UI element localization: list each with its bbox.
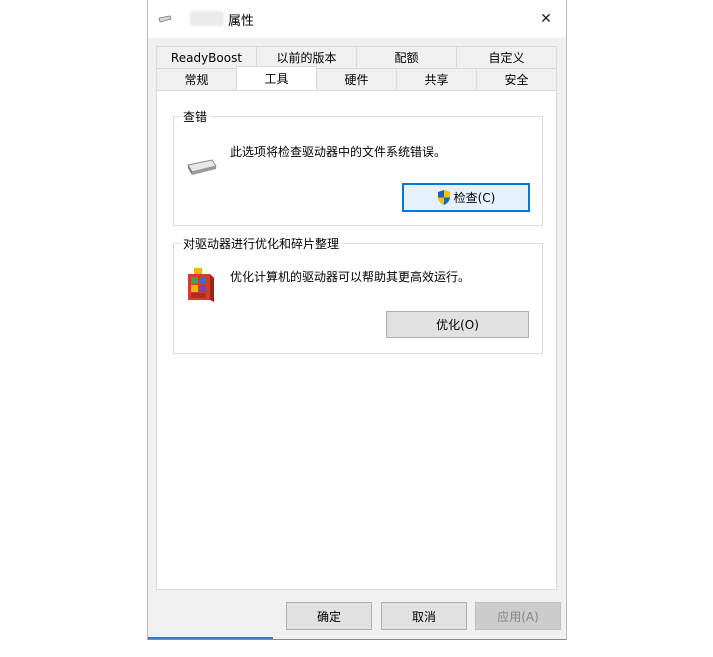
tab-readyboost[interactable]: ReadyBoost	[156, 46, 257, 68]
tab-row-top: ReadyBoost 以前的版本 配额 自定义	[156, 46, 557, 68]
drive-icon	[158, 15, 172, 23]
close-icon: ✕	[540, 11, 552, 27]
title-bar: 属性 ✕	[148, 0, 566, 38]
optimize-button-label: 优化(O)	[436, 318, 479, 332]
redacted-drive-name	[190, 11, 224, 26]
ok-button[interactable]: 确定	[286, 602, 372, 630]
error-check-group: 查错 此选项将检查驱动器中的文件系统错误。 检查(C)	[173, 108, 543, 226]
tab-customize[interactable]: 自定义	[456, 46, 557, 68]
optimize-title: 对驱动器进行优化和碎片整理	[180, 235, 343, 252]
optimize-button[interactable]: 优化(O)	[386, 311, 529, 338]
tab-quota[interactable]: 配额	[356, 46, 457, 68]
optimize-group: 对驱动器进行优化和碎片整理 优化计算机的驱动器可以帮助其更高效运行。 优化(O)	[173, 235, 543, 354]
tab-general[interactable]: 常规	[156, 68, 237, 90]
apply-button[interactable]: 应用(A)	[475, 602, 561, 630]
cancel-button[interactable]: 取消	[381, 602, 467, 630]
tab-row-bottom: 常规 工具 硬件 共享 安全	[156, 66, 557, 90]
window-title: 属性	[228, 14, 255, 29]
tab-sharing[interactable]: 共享	[396, 68, 477, 90]
error-check-title: 查错	[180, 108, 211, 125]
tools-panel: 查错 此选项将检查驱动器中的文件系统错误。 检查(C) 对驱动器进行优化和碎片整…	[156, 90, 557, 590]
cancel-button-label: 取消	[411, 609, 436, 624]
defrag-icon	[188, 268, 214, 302]
ok-button-label: 确定	[316, 609, 341, 624]
check-button-label: 检查(C)	[453, 191, 496, 205]
taskbar-accent-line	[148, 637, 273, 639]
check-button[interactable]: 检查(C)	[402, 183, 530, 212]
tab-hardware[interactable]: 硬件	[316, 68, 397, 90]
error-check-description: 此选项将检查驱动器中的文件系统错误。	[230, 145, 447, 159]
drive-icon	[187, 159, 217, 175]
tab-tools[interactable]: 工具	[236, 66, 317, 90]
tab-previous-versions[interactable]: 以前的版本	[256, 46, 357, 68]
shield-icon	[437, 190, 450, 205]
properties-dialog: 属性 ✕ ReadyBoost 以前的版本 配额 自定义 常规 工具 硬件 共享…	[147, 0, 567, 640]
close-button[interactable]: ✕	[526, 0, 566, 38]
tab-security[interactable]: 安全	[476, 68, 557, 90]
apply-button-label: 应用(A)	[497, 609, 539, 624]
optimize-description: 优化计算机的驱动器可以帮助其更高效运行。	[230, 270, 471, 284]
